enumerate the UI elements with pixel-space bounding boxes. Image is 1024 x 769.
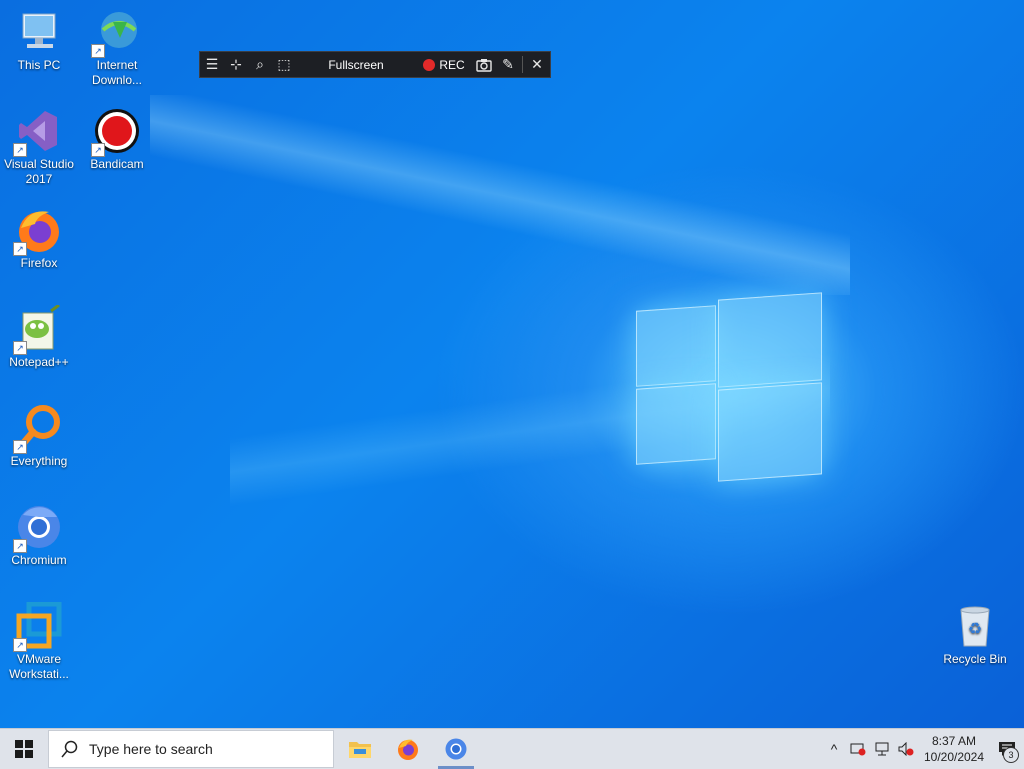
- desktop-icon-everything[interactable]: ↗ Everything: [1, 404, 77, 469]
- icon-label: This PC: [17, 58, 61, 72]
- notification-count-badge: 3: [1003, 747, 1019, 763]
- notepad-chameleon-icon: ↗: [13, 303, 63, 355]
- search-icon: [61, 740, 78, 758]
- pencil-icon[interactable]: ✎: [496, 52, 520, 77]
- shortcut-arrow-icon: ↗: [13, 242, 27, 256]
- toolbar-divider: [522, 56, 523, 73]
- shortcut-arrow-icon: ↗: [91, 44, 105, 58]
- shortcut-arrow-icon: ↗: [13, 341, 27, 355]
- light-beam: [150, 95, 850, 295]
- desktop-icon-bandicam[interactable]: ↗ Bandicam: [79, 107, 155, 172]
- shortcut-arrow-icon: ↗: [13, 440, 27, 454]
- desktop-icon-recycle-bin[interactable]: ♻ Recycle Bin: [937, 602, 1013, 667]
- icon-label: Internet Downlo...: [91, 58, 143, 87]
- chevron-up-icon[interactable]: ^: [822, 729, 846, 769]
- icon-label: Chromium: [11, 553, 67, 567]
- desktop-icon-vmware[interactable]: ↗ VMware Workstati...: [1, 601, 77, 682]
- icon-label: Firefox: [20, 256, 58, 270]
- clock-time: 8:37 AM: [931, 734, 977, 748]
- menu-icon[interactable]: ☰: [200, 52, 224, 77]
- vmware-icon: ↗: [13, 601, 63, 652]
- folder-icon: [349, 742, 371, 758]
- icon-label: Notepad++: [9, 355, 69, 369]
- shortcut-arrow-icon: ↗: [91, 143, 105, 157]
- start-button[interactable]: [0, 729, 48, 769]
- computer-icon: [15, 8, 63, 56]
- firefox-icon: ↗: [13, 206, 63, 256]
- desktop-icon-this-pc[interactable]: This PC: [1, 8, 77, 73]
- globe-download-icon: ↗: [91, 8, 141, 58]
- taskbar-clock[interactable]: 8:37 AM 10/20/2024: [918, 733, 990, 765]
- volume-muted-icon[interactable]: [894, 729, 918, 769]
- firefox-icon: [398, 739, 418, 760]
- search-placeholder: Type here to search: [89, 741, 213, 757]
- screen-recorder-toolbar: ☰ ⊹ ⌕ ⬚ Fullscreen REC ✎ ✕: [199, 51, 551, 78]
- icon-label: Recycle Bin: [943, 652, 1007, 666]
- camera-icon[interactable]: [472, 52, 496, 77]
- record-label: REC: [439, 57, 465, 72]
- record-dot-icon: [423, 58, 436, 71]
- visual-studio-icon: ↗: [13, 107, 63, 157]
- record-button[interactable]: REC: [416, 58, 472, 72]
- windows-wallpaper-logo: [636, 290, 822, 482]
- icon-label: Visual Studio 2017: [4, 157, 74, 186]
- svg-text:♻: ♻: [968, 621, 982, 638]
- shortcut-arrow-icon: ↗: [13, 143, 27, 157]
- windows-start-icon: [15, 740, 33, 758]
- shortcut-arrow-icon: ↗: [13, 539, 27, 553]
- taskbar-chromium[interactable]: [432, 729, 480, 769]
- security-alert-icon[interactable]: [846, 729, 870, 769]
- taskbar-firefox[interactable]: [384, 729, 432, 769]
- clock-date: 10/20/2024: [923, 750, 985, 764]
- select-area-icon[interactable]: ⊹: [224, 52, 248, 77]
- system-tray: ^ 8:37 AM 10/20/2024 3: [822, 729, 1024, 769]
- action-center-button[interactable]: 3: [990, 729, 1024, 769]
- shortcut-arrow-icon: ↗: [13, 638, 27, 652]
- chromium-icon: [445, 738, 467, 760]
- taskbar-search-box[interactable]: Type here to search: [48, 730, 334, 768]
- desktop-icon-internet-download-manager[interactable]: ↗ Internet Downlo...: [79, 8, 155, 88]
- taskbar: Type here to search ^ 8:37 AM 10/20/2024…: [0, 728, 1024, 769]
- magnifier-icon: ↗: [13, 404, 63, 454]
- record-icon: ↗: [91, 107, 141, 157]
- desktop-icon-notepad-plus-plus[interactable]: ↗ Notepad++: [1, 303, 77, 370]
- icon-label: Everything: [10, 454, 68, 468]
- network-icon[interactable]: [870, 729, 894, 769]
- desktop-icon-visual-studio[interactable]: ↗ Visual Studio 2017: [1, 107, 77, 187]
- zoom-area-icon[interactable]: ⌕: [248, 52, 272, 77]
- taskbar-file-explorer[interactable]: [336, 729, 384, 769]
- icon-label: VMware Workstati...: [9, 652, 69, 681]
- close-icon[interactable]: ✕: [525, 52, 549, 77]
- desktop-icon-chromium[interactable]: ↗ Chromium: [1, 503, 77, 568]
- desktop-icon-firefox[interactable]: ↗ Firefox: [1, 206, 77, 271]
- capture-mode-label[interactable]: Fullscreen: [296, 58, 416, 72]
- recycle-bin-icon: ♻: [951, 602, 999, 650]
- resize-area-icon[interactable]: ⬚: [272, 52, 296, 77]
- icon-label: Bandicam: [90, 157, 144, 171]
- chromium-icon: ↗: [13, 503, 63, 553]
